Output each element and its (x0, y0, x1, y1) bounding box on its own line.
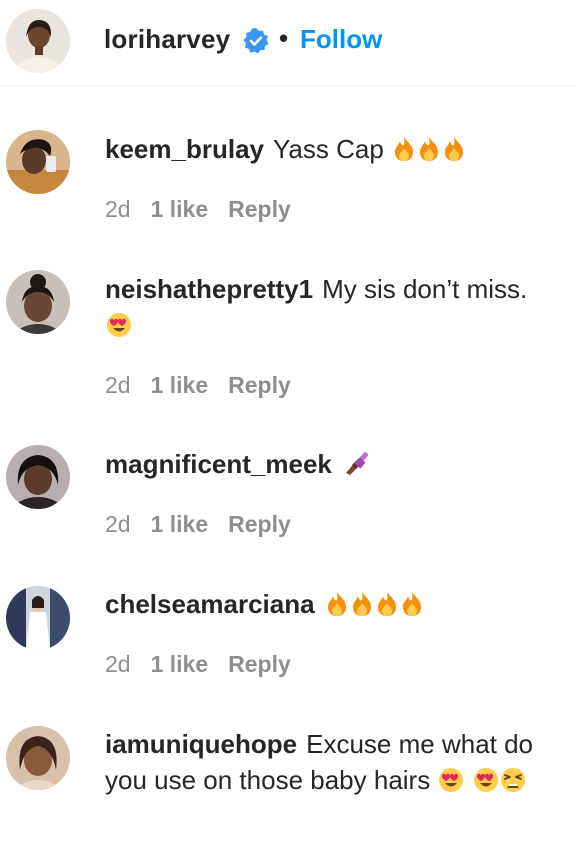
comment-likes[interactable]: 1 like (151, 651, 209, 677)
follow-button[interactable]: Follow (300, 24, 382, 55)
comment-likes[interactable]: 1 like (151, 372, 209, 398)
avatar[interactable] (6, 726, 70, 790)
comment-text: Yass Cap (272, 134, 384, 164)
reply-button[interactable]: Reply (228, 372, 291, 398)
reply-button[interactable]: Reply (228, 651, 291, 677)
comment-meta: 2d 1 like Reply (105, 372, 311, 399)
fire-emoji-icon (375, 590, 399, 626)
fire-emoji-icon (325, 590, 349, 626)
comment-likes[interactable]: 1 like (151, 511, 209, 537)
fire-emoji-icon (400, 590, 424, 626)
reply-button[interactable]: Reply (228, 511, 291, 537)
comment-username[interactable]: iamuniquehope (105, 729, 297, 759)
tired-face-emoji-icon (500, 766, 526, 802)
comment-meta: 2d 1 like Reply (105, 196, 311, 223)
heart-eyes-emoji-icon (106, 311, 132, 347)
comment-username[interactable]: chelseamarciana (105, 589, 315, 619)
nail-polish-emoji-icon (342, 449, 370, 486)
comment-meta: 2d 1 like Reply (105, 651, 311, 678)
avatar[interactable] (6, 270, 70, 334)
comment-username[interactable]: magnificent_meek (105, 449, 332, 479)
comment-body: chelseamarciana (105, 586, 545, 626)
comment-timestamp: 2d (105, 651, 131, 677)
fire-emoji-icon (417, 135, 441, 171)
avatar[interactable] (6, 445, 70, 509)
avatar[interactable] (6, 9, 70, 73)
avatar[interactable] (6, 586, 70, 650)
fire-emoji-icon (350, 590, 374, 626)
comment-username[interactable]: neishathepretty1 (105, 274, 313, 304)
comment-text: My sis don’t miss. (322, 274, 528, 304)
fire-emoji-icon (442, 135, 466, 171)
reply-button[interactable]: Reply (228, 196, 291, 222)
comment-body: keem_brulay Yass Cap (105, 131, 545, 171)
comment-body: neishathepretty1 My sis don’t miss. (105, 271, 545, 347)
comment-body: iamuniquehope Excuse me what do you use o… (105, 726, 545, 802)
separator-dot: • (279, 23, 289, 53)
post-author-username[interactable]: loriharvey (104, 24, 230, 55)
comment-likes[interactable]: 1 like (151, 196, 209, 222)
comment-timestamp: 2d (105, 511, 131, 537)
comment-timestamp: 2d (105, 372, 131, 398)
avatar[interactable] (6, 130, 70, 194)
fire-emoji-icon (392, 135, 416, 171)
comment-meta: 2d 1 like Reply (105, 511, 311, 538)
heart-eyes-emoji-icon (438, 766, 464, 802)
comment-username[interactable]: keem_brulay (105, 134, 264, 164)
post-header: loriharvey • Follow (0, 0, 576, 86)
comment-timestamp: 2d (105, 196, 131, 222)
verified-badge-icon (242, 27, 270, 55)
comment-body: magnificent_meek (105, 446, 545, 486)
heart-eyes-emoji-icon (473, 766, 499, 802)
